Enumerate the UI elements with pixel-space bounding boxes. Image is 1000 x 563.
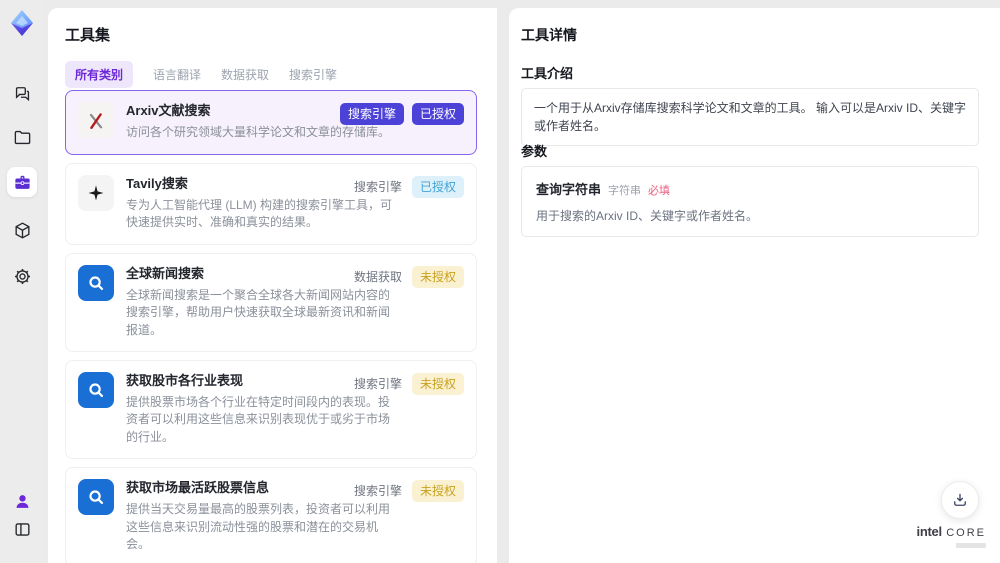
tool-desc: 提供股票市场各个行业在特定时间段内的表现。投资者可以利用这些信息来识别表现优于或… [126,395,391,444]
tool-intro-text: 一个用于从Arxiv存储库搜索科学论文和文章的工具。 输入可以是Arxiv ID… [521,88,979,146]
tool-desc: 全球新闻搜索是一个聚合全球各大新闻网站内容的搜索引擎，帮助用户快速获取全球最新资… [126,287,391,337]
parameter-card: 查询字符串 字符串 必填 用于搜索的Arxiv ID、关键字或作者姓名。 [521,166,979,237]
tool-card-list: Arxiv文献搜索 访问各个研究领域大量科学论文和文章的存储库。 搜索引擎 已授… [65,90,477,563]
detail-title: 工具详情 [521,27,577,43]
tab-data-acquisition[interactable]: 数据获取 [221,61,269,88]
category-badge: 搜索引擎 [339,103,404,125]
user-icon [16,494,28,508]
param-desc: 用于搜索的Arxiv ID、关键字或作者姓名。 [536,209,759,223]
category-badge: 搜索引擎 [353,179,402,194]
download-button[interactable] [941,481,979,519]
app-logo-icon [7,8,37,38]
panel-toggle-icon [14,522,30,536]
sidebar-item-models[interactable] [7,215,37,245]
page-title: 工具集 [65,27,111,44]
auth-status-badge: 未授权 [411,480,464,503]
sidebar-item-files[interactable] [7,122,37,152]
toolbox-icon [14,175,30,189]
tools-list-panel: 工具集 所有类别 语言翻译 数据获取 搜索引擎 Arxiv文献搜索 访问各个研究… [48,8,538,563]
core-wordmark: CORE [946,527,986,540]
tool-card-global-news[interactable]: 全球新闻搜索 全球新闻搜索是一个聚合全球各大新闻网站内容的搜索引擎，帮助用户快速… [65,252,477,352]
auth-status-badge: 已授权 [411,103,464,125]
download-icon [954,493,966,506]
auth-status-badge: 已授权 [411,175,464,198]
blue-search-icon [78,479,114,516]
sidebar-item-collapse[interactable] [7,514,37,544]
folder-icon [14,130,30,144]
param-type: 字符串 [608,185,642,197]
arxiv-logo-icon [78,102,114,138]
chat-icon [15,86,29,101]
category-badge: 数据获取 [353,269,402,284]
category-badge: 搜索引擎 [353,484,402,499]
params-heading: 参数 [521,144,548,159]
blue-search-icon [78,371,114,408]
four-point-star-icon [78,174,114,211]
tool-desc: 提供当天交易量最高的股票列表，投资者可以利用这些信息来识别流动性强的股票和潜在的… [126,502,391,552]
tab-all-categories[interactable]: 所有类别 [65,61,134,88]
tab-search-engine[interactable]: 搜索引擎 [289,61,337,88]
param-name: 查询字符串 [536,182,602,197]
left-rail [0,0,44,563]
tool-desc: 专为人工智能代理 (LLM) 构建的搜索引擎工具，可快速提供实时、准确和真实的结… [126,197,393,230]
tool-detail-panel: 工具详情 工具介绍 一个用于从Arxiv存储库搜索科学论文和文章的工具。 输入可… [509,8,1000,563]
tab-language-translation[interactable]: 语言翻译 [153,61,201,88]
settings-icon [14,268,30,284]
tool-card-tavily[interactable]: Tavily搜索 专为人工智能代理 (LLM) 构建的搜索引擎工具，可快速提供实… [65,162,477,245]
sidebar-item-account[interactable] [7,486,37,516]
intro-heading: 工具介绍 [521,66,574,81]
category-tabs: 所有类别 语言翻译 数据获取 搜索引擎 [65,61,337,88]
sidebar-item-settings[interactable] [7,261,37,291]
param-required-label: 必填 [648,185,671,197]
tool-card-sector-performance[interactable]: 获取股市各行业表现 提供股票市场各个行业在特定时间段内的表现。投资者可以利用这些… [65,359,477,460]
tool-card-arxiv[interactable]: Arxiv文献搜索 访问各个研究领域大量科学论文和文章的存储库。 搜索引擎 已授… [65,90,477,155]
sidebar-item-tools[interactable] [7,167,37,197]
intel-core-logo: intel CORE [917,523,986,548]
tool-card-most-active-stocks[interactable]: 获取市场最活跃股票信息 提供当天交易量最高的股票列表，投资者可以利用这些信息来识… [65,467,477,563]
intel-logo-underline [956,543,986,548]
auth-status-badge: 未授权 [411,372,464,395]
sidebar-item-chat[interactable] [7,77,37,107]
tool-desc: 访问各个研究领域大量科学论文和文章的存储库。 [126,125,391,140]
auth-status-badge: 未授权 [411,265,464,288]
category-badge: 搜索引擎 [353,376,402,391]
blue-search-icon [78,264,114,301]
cube-icon [14,221,30,239]
intel-wordmark: intel [916,524,943,540]
